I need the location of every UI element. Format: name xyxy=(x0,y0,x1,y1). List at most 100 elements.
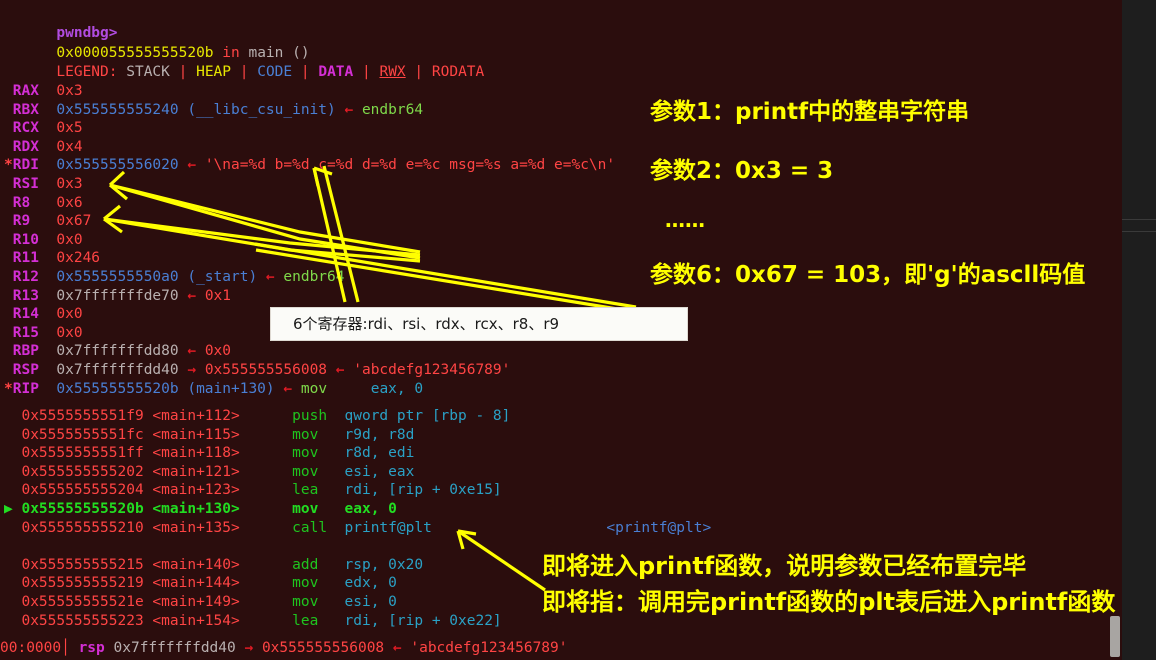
instruction-address: 0x55555555521e xyxy=(21,594,144,610)
register-name: RBX xyxy=(12,101,57,118)
register-row: R12 0x5555555550a0 (_start) ← endbr64 xyxy=(4,268,345,287)
current-instruction-marker xyxy=(4,557,21,573)
instruction-mnemonic: mov xyxy=(292,575,345,592)
register-deref-value: 0x1 xyxy=(204,287,232,304)
scrollbar-thumb[interactable] xyxy=(1110,616,1120,657)
register-changed-marker xyxy=(4,120,13,136)
instruction-symbol: <main+144> xyxy=(152,575,266,592)
register-value: 0x67 xyxy=(56,213,92,230)
register-changed-marker xyxy=(4,269,13,285)
register-changed-marker xyxy=(4,306,13,322)
instruction-symbol: <main+123> xyxy=(152,482,266,499)
instruction-symbol: <main+140> xyxy=(152,556,266,573)
register-deref-value: 0x555555556008 xyxy=(204,362,328,378)
register-changed-marker xyxy=(4,325,13,341)
instruction-mnemonic: call xyxy=(292,519,345,536)
instruction-symbol: <main+112> xyxy=(152,408,266,424)
register-value: 0x5 xyxy=(56,120,83,137)
instruction-mnemonic: push xyxy=(292,408,345,424)
register-row: R8 0x6 xyxy=(4,194,83,213)
disasm-row: 0x555555555210 <main+135> call printf@pl… xyxy=(4,519,711,538)
disasm-row: 0x555555555202 <main+121> mov esi, eax xyxy=(4,463,606,482)
instruction-operands: r8d, edi xyxy=(344,445,607,462)
register-symbol: (_start) xyxy=(187,269,258,285)
register-value: 0x0 xyxy=(56,324,83,341)
register-deref-value-2: 'abcdefg123456789' xyxy=(353,362,511,378)
register-changed-marker xyxy=(4,288,13,304)
disasm-row: 0x5555555551fc <main+115> mov r9d, r8d xyxy=(4,426,606,445)
instruction-mnemonic: mov xyxy=(292,426,345,443)
stack-address: 0x7fffffffdd40 xyxy=(113,640,236,656)
register-changed-marker xyxy=(4,232,13,248)
current-instruction-marker xyxy=(4,408,21,424)
instruction-address: 0x555555555215 xyxy=(21,556,144,573)
register-name: R12 xyxy=(12,269,57,285)
register-name: R14 xyxy=(12,306,57,323)
current-instruction-marker xyxy=(4,575,21,591)
instruction-symbol: <main+149> xyxy=(152,594,266,610)
stack-data: 'abcdefg123456789' xyxy=(410,640,568,656)
register-name: RDX xyxy=(12,138,57,155)
instruction-address: 0x555555555204 xyxy=(21,482,144,499)
screen: pwndbg> 0x000055555555520b in main () LE… xyxy=(0,0,1156,660)
instruction-address: 0x555555555219 xyxy=(21,575,144,592)
disasm-row: 0x555555555204 <main+123> lea rdi, [rip … xyxy=(4,481,606,500)
current-instruction-marker xyxy=(4,594,21,610)
register-value: 0x555555556020 xyxy=(56,157,179,174)
current-instruction-marker xyxy=(4,445,21,461)
register-changed-marker xyxy=(4,250,13,266)
instruction-mnemonic: mov xyxy=(292,463,345,480)
register-value: 0x246 xyxy=(56,250,101,267)
terminal-window[interactable]: pwndbg> 0x000055555555520b in main () LE… xyxy=(0,0,1122,660)
instruction-operands: edx, 0 xyxy=(344,575,607,592)
register-name: R10 xyxy=(12,231,57,248)
current-instruction-marker xyxy=(4,427,21,443)
stack-target-address: 0x555555556008 xyxy=(261,640,385,656)
instruction-mnemonic: mov xyxy=(292,594,345,610)
current-instruction-marker xyxy=(4,520,21,536)
register-name: R13 xyxy=(12,287,57,304)
register-name: RCX xyxy=(12,120,57,137)
disasm-row: 0x555555555219 <main+144> mov edx, 0 xyxy=(4,574,606,593)
instruction-symbol: <main+135> xyxy=(152,519,266,536)
instruction-operands: eax, 0 xyxy=(344,501,607,517)
register-row: R11 0x246 xyxy=(4,249,100,268)
register-row: R15 0x0 xyxy=(4,324,83,343)
current-instruction-marker: ▶ xyxy=(4,501,22,517)
instruction-comment: <printf@plt> xyxy=(606,519,712,536)
register-changed-marker xyxy=(4,176,13,192)
register-name: RSP xyxy=(12,362,57,378)
stack-arrow: → xyxy=(244,640,254,656)
current-instruction-marker xyxy=(4,482,21,498)
register-row: RSI 0x3 xyxy=(4,175,83,194)
register-name: RSI xyxy=(12,176,57,192)
instruction-operands: r9d, r8d xyxy=(344,426,607,443)
stack-row: 00:0000│ rsp 0x7fffffffdd40 → 0x55555555… xyxy=(0,639,568,658)
register-row: RAX 0x3 xyxy=(4,82,83,101)
register-row: RCX 0x5 xyxy=(4,119,83,138)
register-name: RBP xyxy=(12,343,57,360)
register-name: R8 xyxy=(12,194,57,211)
register-name: R9 xyxy=(12,213,57,230)
stack-arrow-2: ← xyxy=(392,640,402,656)
register-name: RAX xyxy=(12,83,57,99)
disasm-separator: [ DISASM ] xyxy=(0,388,1122,407)
register-name: R11 xyxy=(12,250,57,267)
instruction-operands: esi, eax xyxy=(344,463,607,480)
instruction-operands: rsp, 0x20 xyxy=(344,556,607,573)
register-row: R13 0x7fffffffde70 ← 0x1 xyxy=(4,287,231,306)
register-value: 0x7fffffffdd80 xyxy=(56,343,179,360)
instruction-address: 0x555555555202 xyxy=(21,463,144,480)
register-row: R14 0x0 xyxy=(4,305,83,324)
register-deref-arrow: ← xyxy=(187,287,197,304)
stack-separator-bar: │ xyxy=(61,640,70,656)
instruction-operands: esi, 0 xyxy=(344,594,607,610)
register-deref-arrow: ← xyxy=(187,343,197,360)
register-deref-value: endbr64 xyxy=(361,101,424,118)
disasm-row: 0x5555555551f9 <main+112> push qword ptr… xyxy=(4,407,606,426)
register-row: RBP 0x7fffffffdd80 ← 0x0 xyxy=(4,342,231,361)
register-value: 0x7fffffffdd40 xyxy=(56,362,179,378)
instruction-mnemonic: mov xyxy=(292,445,345,462)
instruction-mnemonic: lea xyxy=(292,482,345,499)
instruction-mnemonic: mov xyxy=(292,501,345,517)
